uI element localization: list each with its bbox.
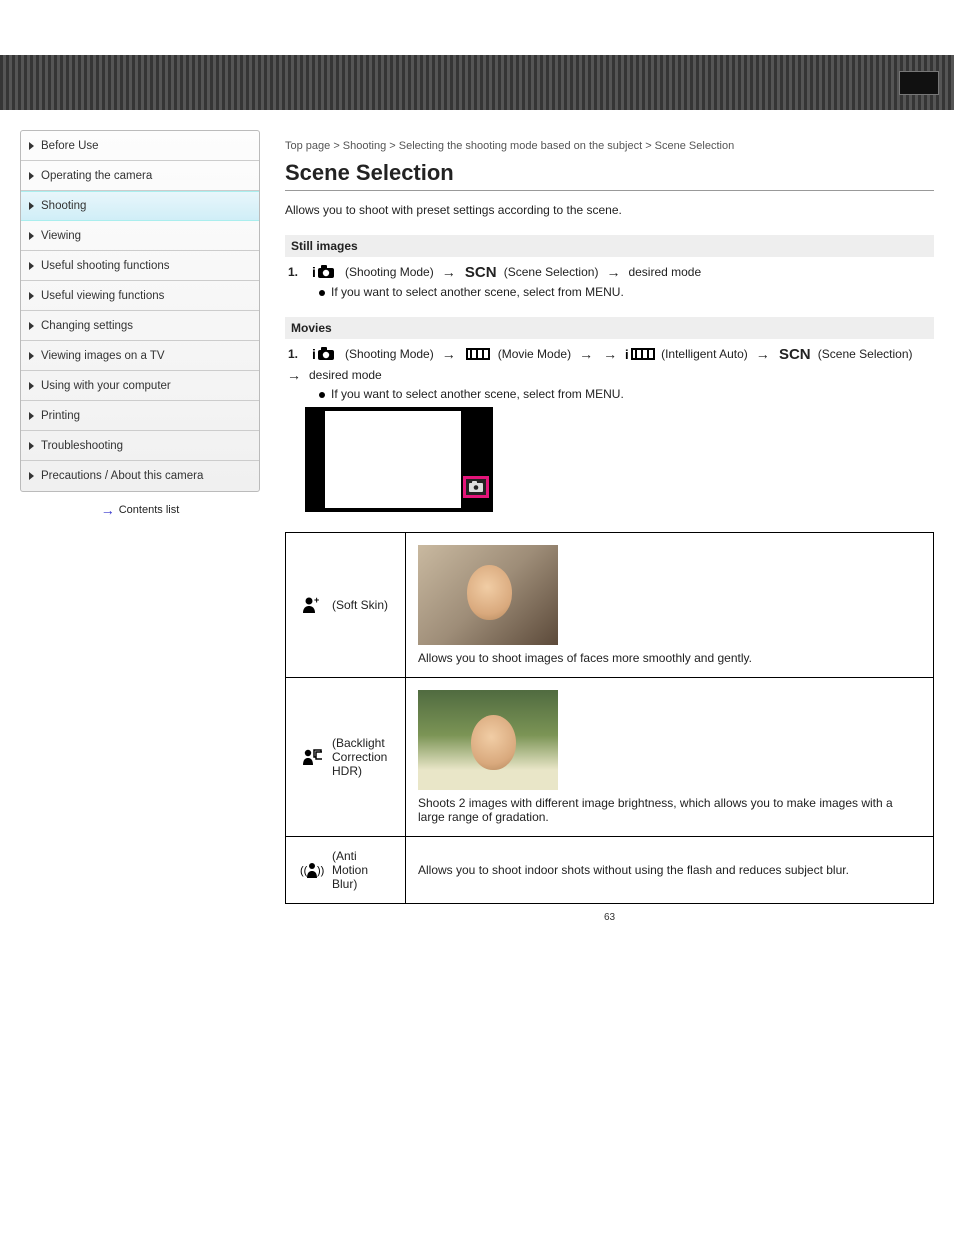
arrow-icon: → xyxy=(287,367,301,383)
soft-skin-icon: + xyxy=(298,596,326,614)
nav-item-tv[interactable]: Viewing images on a TV xyxy=(21,341,259,371)
nav-item-troubleshooting[interactable]: Troubleshooting xyxy=(21,431,259,461)
arrow-icon: → xyxy=(606,264,620,280)
text: If you want to select another scene, sel… xyxy=(331,285,624,299)
backlight-thumbnail xyxy=(418,690,558,790)
nav-label: Viewing images on a TV xyxy=(41,350,165,362)
nav-label: Precautions / About this camera xyxy=(41,470,203,482)
nav-label: Viewing xyxy=(41,230,81,242)
nav-label: Changing settings xyxy=(41,320,133,332)
text: If you want to select another scene, sel… xyxy=(331,387,624,401)
text: (Shooting Mode) xyxy=(345,347,434,361)
nav-label: Using with your computer xyxy=(41,380,171,392)
nav-item-before-use[interactable]: Before Use xyxy=(21,131,259,161)
mode-desc: Allows you to shoot indoor shots without… xyxy=(418,863,921,877)
still-sub-bullet: If you want to select another scene, sel… xyxy=(319,285,934,299)
content: Top page > Shooting > Selecting the shoo… xyxy=(285,130,934,923)
nav-item-printing[interactable]: Printing xyxy=(21,401,259,431)
mode-desc: Shoots 2 images with different image bri… xyxy=(418,796,921,824)
movies-block: Movies 1. i (Shooting Mode) → (Movie Mod… xyxy=(285,317,934,512)
scn-icon: SCN xyxy=(464,263,498,281)
page-number: 63 xyxy=(285,912,934,923)
intelligent-auto-camera-icon: i xyxy=(311,263,339,281)
mode-name: (Backlight Correction HDR) xyxy=(332,736,393,778)
movie-step-line: 1. i (Shooting Mode) → (Movie Mode) → → … xyxy=(285,345,934,383)
text: desired mode xyxy=(628,265,701,279)
text: (Scene Selection) xyxy=(504,265,599,279)
svg-text:((: (( xyxy=(300,865,308,877)
intelligent-auto-camera-icon: i xyxy=(311,345,339,363)
nav-label: Useful viewing functions xyxy=(41,290,164,302)
nav-item-computer[interactable]: Using with your computer xyxy=(21,371,259,401)
header-corner-box xyxy=(899,71,939,95)
table-row-soft-skin: + (Soft Skin) Allows you to shoot images… xyxy=(286,533,934,678)
nav-label: Operating the camera xyxy=(41,170,152,182)
lcd-screen-illustration xyxy=(305,407,493,512)
text: (Scene Selection) xyxy=(818,347,913,361)
arrow-icon: → xyxy=(579,346,593,362)
intelligent-movie-film-icon: i xyxy=(625,345,655,363)
contents-link[interactable]: → Contents list xyxy=(20,502,260,518)
svg-text:+: + xyxy=(314,596,319,605)
movie-heading: Movies xyxy=(285,317,934,339)
nav-item-operating[interactable]: Operating the camera xyxy=(21,161,259,191)
arrow-icon: → xyxy=(603,346,617,362)
svg-text:i: i xyxy=(312,264,316,280)
mode-name: (Soft Skin) xyxy=(332,598,388,612)
scene-mode-table: + (Soft Skin) Allows you to shoot images… xyxy=(285,532,934,904)
arrow-icon: → xyxy=(756,346,770,362)
sidebar: Before Use Operating the camera Shooting… xyxy=(20,130,260,923)
arrow-icon: → xyxy=(442,264,456,280)
bullet-icon xyxy=(319,392,325,398)
text: (Shooting Mode) xyxy=(345,265,434,279)
arrow-right-icon: → xyxy=(101,502,115,518)
text: (Movie Mode) xyxy=(498,347,571,361)
svg-text:i: i xyxy=(625,347,629,361)
header-band xyxy=(0,55,954,110)
scn-icon: SCN xyxy=(778,345,812,363)
text: (Intelligent Auto) xyxy=(661,347,748,361)
arrow-icon: → xyxy=(442,346,456,362)
movie-sub-bullet: If you want to select another scene, sel… xyxy=(319,387,934,401)
anti-motion-blur-icon: (()) xyxy=(298,861,326,879)
breadcrumb: Top page > Shooting > Selecting the shoo… xyxy=(285,140,934,152)
still-step-line: 1. i (Shooting Mode) → SCN (Scene Select… xyxy=(285,263,934,281)
nav-item-useful-shooting[interactable]: Useful shooting functions xyxy=(21,251,259,281)
nav-item-viewing[interactable]: Viewing xyxy=(21,221,259,251)
svg-text:i: i xyxy=(312,346,316,362)
mode-name: (Anti Motion Blur) xyxy=(332,849,393,891)
nav-label: Shooting xyxy=(41,200,86,212)
still-heading: Still images xyxy=(285,235,934,257)
text: desired mode xyxy=(309,368,382,382)
nav-item-useful-viewing[interactable]: Useful viewing functions xyxy=(21,281,259,311)
page-title: Scene Selection xyxy=(285,160,934,191)
mode-selector-highlight xyxy=(463,476,489,498)
nav-item-shooting[interactable]: Shooting xyxy=(21,191,259,221)
mode-btn-icon xyxy=(469,481,483,493)
nav-item-precautions[interactable]: Precautions / About this camera xyxy=(21,461,259,491)
soft-skin-thumbnail xyxy=(418,545,558,645)
table-row-anti-motion: (()) (Anti Motion Blur) Allows you to sh… xyxy=(286,837,934,904)
still-images-block: Still images 1. i (Shooting Mode) → SCN … xyxy=(285,235,934,299)
svg-text:)): )) xyxy=(317,865,324,877)
table-row-backlight: (Backlight Correction HDR) Shoots 2 imag… xyxy=(286,678,934,837)
backlight-portrait-icon xyxy=(298,748,326,766)
step-number: 1. xyxy=(285,346,301,362)
nav-label: Before Use xyxy=(41,140,99,152)
lcd-display-area xyxy=(325,411,461,508)
nav-item-changing-settings[interactable]: Changing settings xyxy=(21,311,259,341)
bullet-icon xyxy=(319,290,325,296)
nav-label: Printing xyxy=(41,410,80,422)
step-number: 1. xyxy=(285,264,301,280)
mode-desc: Allows you to shoot images of faces more… xyxy=(418,651,921,665)
nav-label: Useful shooting functions xyxy=(41,260,170,272)
contents-label: Contents list xyxy=(119,504,180,516)
movie-film-icon xyxy=(464,345,492,363)
nav-list: Before Use Operating the camera Shooting… xyxy=(20,130,260,492)
intro-text: Allows you to shoot with preset settings… xyxy=(285,203,934,217)
nav-label: Troubleshooting xyxy=(41,440,123,452)
